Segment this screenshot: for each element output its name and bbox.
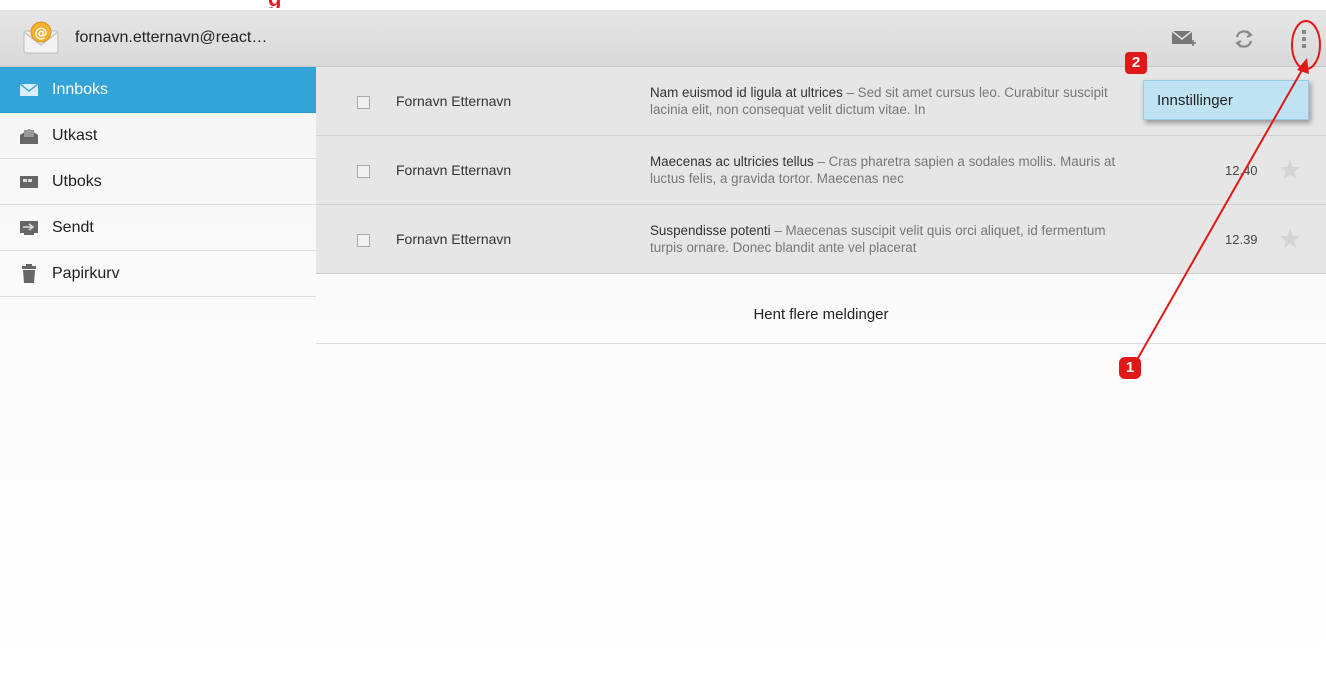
sidebar-item-label: Utboks (52, 173, 102, 190)
menu-item-settings[interactable]: Innstillinger (1157, 92, 1233, 109)
message-row[interactable]: Fornavn Etternavn Maecenas ac ultricies … (316, 136, 1326, 205)
overflow-icon (1302, 30, 1306, 48)
account-name[interactable]: fornavn.etternavn@react… (75, 29, 267, 47)
message-checkbox[interactable] (357, 234, 370, 247)
message-sender: Fornavn Etternavn (396, 93, 512, 109)
message-time: 12.39 (1225, 232, 1258, 247)
sidebar-item-inbox[interactable]: Innboks (0, 67, 316, 113)
sidebar-item-label: Utkast (52, 127, 98, 144)
message-sender: Fornavn Etternavn (396, 162, 512, 178)
compose-icon (1171, 30, 1196, 46)
svg-text:@: @ (35, 26, 48, 41)
refresh-icon (1235, 30, 1253, 48)
star-icon[interactable] (1278, 227, 1302, 251)
trash-icon (18, 263, 40, 285)
annotation-badge-1: 1 (1119, 357, 1141, 379)
message-checkbox[interactable] (357, 96, 370, 109)
message-sender: Fornavn Etternavn (396, 231, 512, 247)
sent-icon (18, 217, 40, 239)
overflow-popup-menu: Innstillinger (1143, 80, 1309, 120)
sidebar-item-label: Innboks (52, 81, 109, 98)
sidebar-item-label: Papirkurv (52, 265, 120, 282)
load-more-button[interactable]: Hent flere meldinger (316, 281, 1326, 344)
drafts-icon (18, 125, 40, 147)
message-checkbox[interactable] (357, 165, 370, 178)
message-preview: Maecenas ac ultricies tellus – Cras phar… (650, 153, 1120, 187)
compose-button[interactable] (1167, 23, 1201, 55)
message-preview: Suspendisse potenti – Maecenas suscipit … (650, 222, 1120, 256)
sidebar-item-sent[interactable]: Sendt (0, 205, 316, 251)
message-subject: Suspendisse potenti (650, 223, 771, 238)
email-app: @ fornavn.etternavn@react… Innboks Utkas… (0, 10, 1326, 673)
message-subject: Maecenas ac ultricies tellus (650, 154, 814, 169)
message-preview: Nam euismod id ligula at ultrices – Sed … (650, 84, 1120, 118)
message-row[interactable]: Fornavn Etternavn Suspendisse potenti – … (316, 205, 1326, 274)
overflow-menu-button[interactable] (1287, 23, 1321, 55)
message-subject: Nam euismod id ligula at ultrices (650, 85, 843, 100)
outbox-icon (18, 171, 40, 193)
annotation-badge-2: 2 (1125, 52, 1147, 74)
inbox-icon (18, 79, 40, 101)
sidebar-item-drafts[interactable]: Utkast (0, 113, 316, 159)
folder-sidebar: Innboks Utkast Utboks Sendt Papirkurv (0, 67, 316, 297)
sidebar-item-outbox[interactable]: Utboks (0, 159, 316, 205)
star-icon[interactable] (1278, 158, 1302, 182)
email-app-icon[interactable]: @ (22, 19, 60, 57)
message-time: 12.40 (1225, 163, 1258, 178)
sidebar-item-label: Sendt (52, 219, 94, 236)
sidebar-item-trash[interactable]: Papirkurv (0, 251, 316, 297)
cropped-title-mark: g (268, 0, 282, 8)
refresh-button[interactable] (1227, 23, 1261, 55)
